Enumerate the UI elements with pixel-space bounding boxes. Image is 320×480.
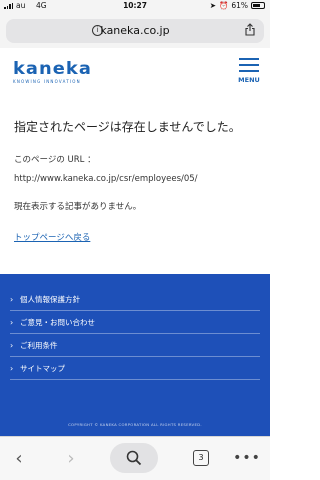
footer-link-contact[interactable]: › ご意見・お問い合わせ — [10, 311, 260, 334]
battery-icon — [251, 2, 265, 9]
hamburger-icon — [239, 58, 259, 60]
search-icon — [126, 450, 142, 466]
share-icon[interactable] — [245, 23, 255, 36]
chevron-right-icon: › — [10, 318, 14, 327]
copyright: COPYRIGHT © KANEKA CORPORATION ALL RIGHT… — [68, 422, 202, 427]
url-label: このページの URL ： — [14, 155, 96, 165]
battery-percent: 61% — [231, 1, 248, 10]
location-icon: ➤ — [209, 1, 216, 10]
missing-url: http://www.kaneka.co.jp/csr/employees/05… — [14, 174, 198, 184]
search-button[interactable] — [110, 443, 158, 473]
status-bar: au 4G 10:27 ➤ ⏰ 61% — [0, 0, 270, 12]
logo-tagline: KNOWING INNOVATION — [13, 79, 81, 84]
main-content: 指定されたページは存在しませんでした。 このページの URL ： http://… — [14, 118, 258, 244]
back-icon[interactable]: ‹ — [4, 443, 34, 473]
chevron-right-icon: › — [10, 364, 14, 373]
page-title: 指定されたページは存在しませんでした。 — [14, 120, 241, 134]
footer-link-sitemap[interactable]: › サイトマップ — [10, 357, 260, 380]
url-text[interactable]: kaneka.co.jp — [6, 24, 264, 37]
logo-wordmark: kaneka — [13, 59, 92, 79]
footer-link-terms[interactable]: › ご利用条件 — [10, 334, 260, 357]
tab-count: 3 — [193, 450, 209, 466]
kaneka-logo[interactable]: kaneka KNOWING INNOVATION — [13, 60, 91, 84]
forward-icon[interactable]: › — [56, 443, 86, 473]
menu-button[interactable]: MENU — [236, 58, 262, 88]
no-article-message: 現在表示する記事がありません。 — [14, 202, 142, 212]
chevron-right-icon: › — [10, 341, 14, 350]
chevron-right-icon: › — [10, 295, 14, 304]
footer-links: › 個人情報保護方針 › ご意見・お問い合わせ › ご利用条件 › サイトマップ — [0, 274, 270, 380]
menu-label: MENU — [238, 76, 260, 84]
tabs-button[interactable]: 3 — [186, 443, 216, 473]
footer-link-privacy[interactable]: › 個人情報保護方針 — [10, 288, 260, 311]
browser-toolbar: ‹ › 3 ••• — [0, 436, 270, 480]
back-to-top-link[interactable]: トップページへ戻る — [14, 231, 90, 243]
browser-address-area: i kaneka.co.jp — [0, 12, 270, 48]
site-footer: › 個人情報保護方針 › ご意見・お問い合わせ › ご利用条件 › サイトマップ COP… — [0, 274, 270, 436]
site-header: kaneka KNOWING INNOVATION MENU — [0, 48, 270, 100]
address-bar[interactable]: i kaneka.co.jp — [6, 19, 264, 43]
more-icon[interactable]: ••• — [230, 443, 264, 473]
alarm-icon: ⏰ — [218, 1, 229, 10]
